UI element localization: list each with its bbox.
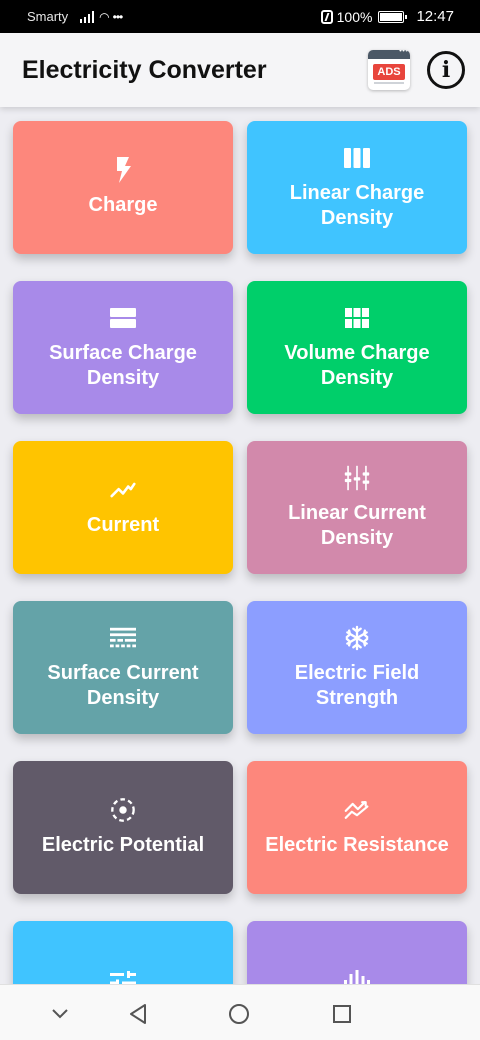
converter-grid: Charge Linear Charge Density Surface Cha… [0, 107, 480, 984]
home-circle-icon[interactable] [228, 1003, 250, 1025]
view-module-icon [344, 305, 370, 331]
card-linear-current-density[interactable]: Linear Current Density [247, 441, 467, 574]
wifi-icon: ◠ [99, 9, 110, 24]
card-label: Current [86, 514, 160, 536]
target-dashed-icon [110, 797, 136, 823]
card-volume-charge-density[interactable]: Volume Charge Density [247, 281, 467, 414]
battery-percent: 100% [336, 8, 373, 25]
card-label: Surface Current Density [47, 661, 199, 709]
view-stream-icon [110, 305, 136, 331]
card-label: Electric Potential [41, 834, 205, 856]
ads-label: ADS [373, 64, 405, 80]
card-current[interactable]: Current [13, 441, 233, 574]
tune-icon [110, 970, 136, 984]
more-dots-icon: ••• [112, 9, 124, 24]
app-bar: Electricity Converter ADS i [0, 33, 480, 107]
card-label: Volume Charge Density [284, 341, 430, 389]
system-nav-bar [0, 984, 480, 1040]
card-charge[interactable]: Charge [13, 121, 233, 254]
clock: 12:47 [416, 8, 454, 25]
browser-window-icon [368, 50, 410, 59]
nfc-icon [320, 9, 333, 24]
card-label: Surface Charge Density [49, 341, 197, 389]
fuse-icon [344, 465, 370, 491]
card-label: Electric Resistance [265, 834, 449, 856]
card-electric-potential[interactable]: Electric Potential [13, 761, 233, 894]
remove-ads-button[interactable]: ADS [368, 50, 410, 90]
info-icon: i [441, 57, 451, 83]
back-triangle-icon[interactable] [127, 1003, 149, 1025]
trending-icon [110, 477, 136, 503]
page-title: Electricity Converter [22, 55, 267, 84]
signal-icon [80, 10, 95, 23]
recents-square-icon[interactable] [331, 1003, 353, 1025]
card-label: Linear Charge Density [289, 181, 425, 229]
card-surface-current-density[interactable]: Surface Current Density [13, 601, 233, 734]
card-label: Electric Field Strength [294, 661, 420, 709]
battery-icon [378, 10, 408, 23]
texture-lines-icon [110, 625, 136, 651]
card-electric-field-strength[interactable]: Electric Field Strength [247, 601, 467, 734]
card-label: Linear Current Density [288, 501, 426, 549]
card-partial-left[interactable] [13, 921, 233, 984]
card-partial-right[interactable] [247, 921, 467, 984]
info-button[interactable]: i [427, 51, 465, 89]
status-bar: Smarty ◠ ••• 100% 12:47 [0, 0, 480, 33]
graphic-eq-icon [344, 969, 370, 984]
bolt-icon [110, 157, 136, 183]
view-column-icon [344, 145, 370, 171]
multiline-chart-icon [344, 797, 370, 823]
card-surface-charge-density[interactable]: Surface Charge Density [13, 281, 233, 414]
card-linear-charge-density[interactable]: Linear Charge Density [247, 121, 467, 254]
snowflake-icon [344, 625, 370, 651]
carrier-name: Smarty [27, 9, 69, 24]
chevron-down-icon[interactable] [50, 1003, 70, 1023]
card-label: Charge [88, 194, 158, 216]
card-electric-resistance[interactable]: Electric Resistance [247, 761, 467, 894]
ads-placeholder-line [374, 82, 404, 84]
